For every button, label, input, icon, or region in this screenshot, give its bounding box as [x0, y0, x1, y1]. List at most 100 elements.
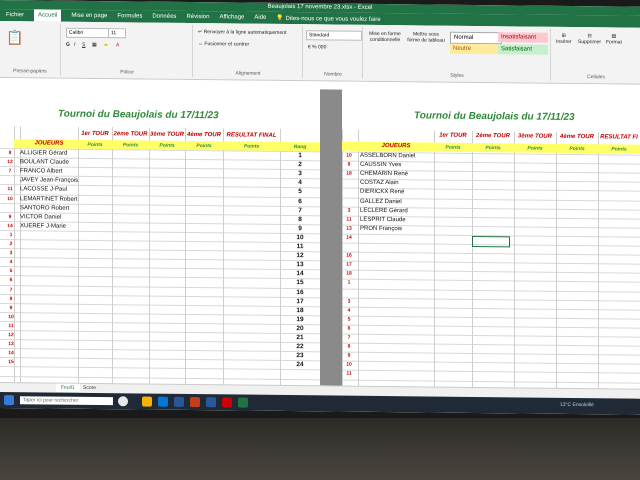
left-player-name[interactable]: BOULANT Claude — [20, 159, 69, 166]
right-row-number: 3 — [347, 207, 351, 214]
currency-icon[interactable]: € % 000 — [308, 44, 326, 50]
right-points-2: Points — [485, 145, 501, 152]
rank-cell: 23 — [296, 352, 304, 360]
excel-taskbar-icon[interactable] — [238, 397, 248, 408]
style-neutre[interactable]: Neutre — [450, 43, 500, 55]
group-styles: Mise en forme conditionnelle Mettre sous… — [364, 26, 551, 81]
left-player-name[interactable]: SANTORO Robert — [20, 205, 69, 212]
group-cells-label: Cellules — [587, 74, 605, 81]
left-player-name[interactable]: LACOSSE J-Paul — [20, 187, 67, 193]
sheet-tab-score[interactable]: Score — [78, 384, 101, 393]
style-insatisfaisant[interactable]: Insatisfaisant — [498, 32, 548, 43]
number-format-select[interactable]: Standard — [306, 30, 362, 41]
tab-affichage[interactable]: Affichage — [219, 14, 244, 20]
separator-column — [320, 89, 342, 386]
style-normal[interactable]: Normal — [450, 31, 502, 45]
right-player-name[interactable]: CHEMARIN René — [360, 171, 408, 178]
style-satisfaisant[interactable]: Satisfaisant — [498, 44, 548, 55]
left-player-number: 14 — [7, 222, 13, 229]
font-color-icon[interactable]: A — [116, 42, 119, 48]
cortana-icon[interactable] — [118, 396, 128, 407]
border-icon[interactable]: ▦ — [92, 42, 97, 48]
app-icon-red[interactable] — [190, 396, 200, 408]
grid-col-line — [472, 130, 473, 387]
left-row-number: 2 — [9, 241, 13, 248]
paste-icon[interactable]: 📋 — [6, 29, 23, 46]
rank-cell: 12 — [296, 252, 304, 260]
left-player-number: 11 — [7, 186, 13, 193]
right-player-name[interactable]: DIERICKX René — [360, 189, 404, 195]
right-row-number: 9 — [347, 352, 351, 359]
left-player-name[interactable]: XUEREF J-Marie — [20, 223, 66, 229]
delete-button[interactable]: ⊟ Supprimer — [578, 33, 601, 45]
grid-col-line — [598, 132, 599, 389]
rank-cell: 8 — [298, 215, 302, 223]
italic-icon[interactable]: I — [74, 42, 75, 48]
right-player-name[interactable]: ASSELBORN Daniel — [360, 153, 415, 160]
acrobat-icon[interactable] — [222, 397, 232, 408]
wrap-text-button[interactable]: ↵ Renvoyer à la ligne automatiquement — [198, 29, 286, 36]
group-clipboard-label: Presse-papiers — [13, 68, 47, 75]
store-icon[interactable] — [174, 396, 184, 407]
font-size-select[interactable]: 11 — [108, 28, 126, 39]
tab-revision[interactable]: Révision — [186, 14, 209, 20]
file-explorer-icon[interactable] — [142, 396, 152, 407]
grid-col-line — [78, 126, 79, 383]
format-button[interactable]: ▤ Format — [606, 33, 622, 45]
font-name-select[interactable]: Calibri — [66, 27, 110, 39]
right-points-3: Points — [527, 145, 543, 152]
left-row-number: 9 — [9, 304, 13, 311]
word-icon[interactable] — [206, 397, 216, 408]
bold-icon[interactable]: G — [66, 42, 70, 48]
windows-start-icon[interactable] — [4, 395, 14, 406]
tab-aide[interactable]: Aide — [254, 15, 266, 21]
rank-cell: 14 — [296, 270, 304, 278]
tab-accueil[interactable]: Accueil — [34, 9, 62, 22]
right-row-number: 6 — [347, 325, 351, 332]
rank-cell: 24 — [296, 361, 304, 369]
weather-widget[interactable]: 13°C Ensoleillé — [560, 402, 594, 408]
conditional-format-button[interactable]: Mise en forme conditionnelle — [366, 31, 404, 43]
grid-col-line — [185, 127, 186, 384]
desk-surface — [0, 418, 640, 480]
tab-mise-en-page[interactable]: Mise en page — [71, 13, 107, 19]
tab-fichier[interactable]: Fichier — [6, 12, 24, 18]
left-points-final: Points — [243, 143, 260, 150]
right-player-name[interactable]: GALLEZ Daniel — [360, 198, 402, 204]
merge-center-button[interactable]: ⇔ Fusionner et centrer — [198, 41, 249, 48]
left-player-number: 7 — [8, 168, 12, 175]
fill-color-icon[interactable]: ▰ — [104, 42, 108, 48]
right-points-1: Points — [445, 144, 461, 151]
left-player-name[interactable]: FRANCO Albert — [20, 168, 62, 174]
right-points-4: Points — [569, 145, 585, 153]
active-cell[interactable] — [472, 235, 510, 248]
rank-cell: 4 — [298, 179, 302, 187]
left-player-name[interactable]: LEMARTINET Robert — [20, 196, 77, 203]
right-player-name[interactable]: PRON François — [360, 226, 402, 232]
left-player-name[interactable]: ALLIGIER Gérard — [20, 150, 67, 156]
right-row-number: 10 — [346, 152, 352, 159]
left-header-joueurs: JOUEURS — [34, 140, 64, 147]
left-player-name[interactable]: VICTOR Daniel — [20, 214, 61, 220]
right-header-tour3: 3ème TOUR — [518, 133, 552, 140]
right-player-name[interactable]: LECLERE Gérard — [360, 207, 408, 213]
left-rang-header: Rang — [293, 144, 307, 151]
left-player-number: 8 — [8, 150, 12, 157]
tab-donnees[interactable]: Données — [152, 14, 176, 20]
right-player-name[interactable]: CAUSSIN Yves — [360, 162, 401, 168]
rank-cell: 11 — [296, 243, 304, 251]
left-player-name[interactable]: JAVEY Jean-François — [20, 178, 78, 185]
edge-icon[interactable] — [158, 396, 168, 407]
tell-me-search[interactable]: 💡 Dites-nous ce que vous voulez faire — [276, 14, 380, 22]
taskbar-search[interactable]: Taper ici pour rechercher — [20, 396, 113, 406]
right-row-number: 18 — [346, 270, 352, 277]
right-player-name[interactable]: LESPRIT Claude — [360, 216, 406, 222]
group-alignment: ↵ Renvoyer à la ligne automatiquement ⇔ … — [194, 25, 303, 79]
right-player-name[interactable]: COSTAZ Alain — [360, 180, 399, 186]
worksheet-grid[interactable]: Tournoi du Beaujolais du 17/11/23 Tourno… — [0, 86, 640, 415]
underline-icon[interactable]: S — [82, 42, 85, 48]
right-header-tour4: 4ème TOUR — [560, 133, 594, 141]
insert-button[interactable]: ⊞ Insérer — [556, 33, 572, 45]
tab-formules[interactable]: Formules — [117, 13, 142, 19]
format-as-table-button[interactable]: Mettre sous forme de tableau — [406, 31, 446, 43]
